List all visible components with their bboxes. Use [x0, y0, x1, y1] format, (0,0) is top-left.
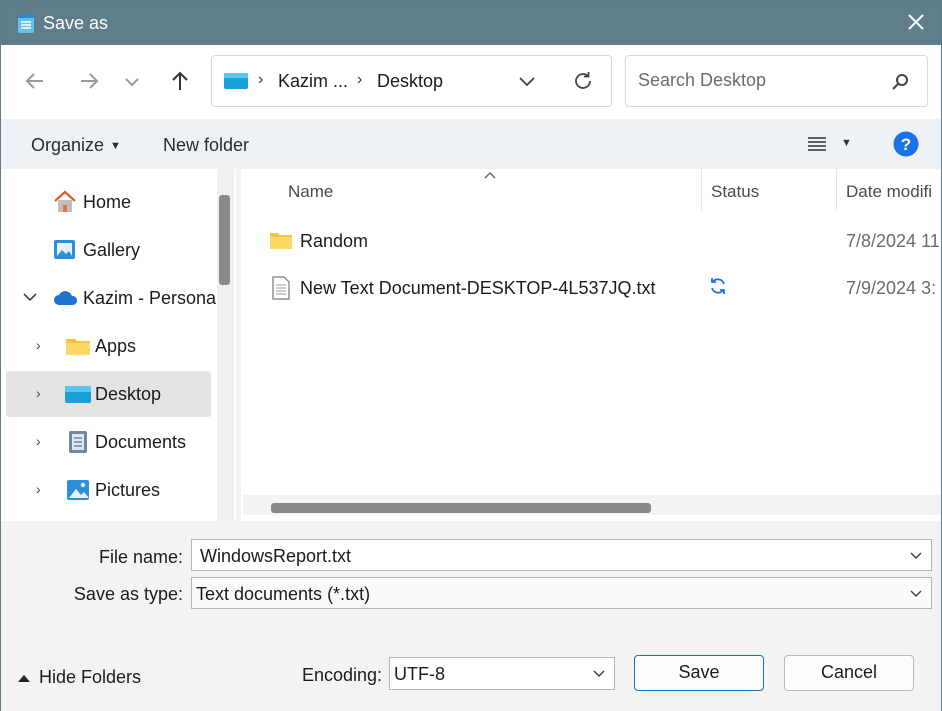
sidebar-item-label: Pictures [95, 480, 161, 500]
breadcrumb-separator-icon: › [357, 71, 363, 88]
column-divider[interactable] [701, 169, 702, 211]
file-name-value[interactable]: WindowsReport.txt [200, 546, 351, 567]
search-box[interactable] [625, 55, 928, 107]
encoding-label: Encoding: [301, 665, 382, 685]
column-header-name[interactable]: Name [288, 182, 333, 202]
file-name-label: File name: [98, 547, 183, 567]
expanded-chevron-icon[interactable] [23, 292, 37, 302]
documents-icon [69, 431, 87, 453]
help-icon[interactable]: ? [893, 131, 919, 157]
organize-dropdown-icon: ▼ [110, 140, 121, 152]
onedrive-cloud-icon [54, 291, 78, 305]
refresh-icon[interactable] [572, 70, 594, 92]
folder-icon [66, 339, 90, 355]
horizontal-scrollbar[interactable] [243, 495, 941, 515]
save-form: File name: WindowsReport.txt Save as typ… [1, 521, 941, 711]
back-arrow-icon[interactable] [23, 69, 47, 93]
notepad-icon [18, 14, 34, 33]
new-folder-button[interactable]: New folder [163, 135, 249, 156]
file-name-field[interactable]: WindowsReport.txt [191, 539, 932, 571]
save-as-dialog: Save as › Kazim ... › Desktop Search Des… [0, 0, 942, 711]
close-icon[interactable] [905, 11, 927, 33]
desktop-icon [65, 386, 91, 403]
up-arrow-icon[interactable] [168, 69, 192, 93]
file-date: 7/8/2024 11 [846, 231, 940, 251]
window-title: Save as [43, 13, 109, 33]
chevron-down-icon[interactable] [909, 549, 923, 563]
sync-icon [711, 278, 725, 294]
file-name: New Text Document-DESKTOP-4L537JQ.txt [300, 278, 656, 298]
text-file-icon [272, 276, 290, 300]
breadcrumb-desktop[interactable]: Desktop [377, 71, 443, 92]
sidebar-item-label: Kazim - Personal [83, 288, 221, 308]
sidebar-item-pictures[interactable]: › Pictures [6, 467, 211, 513]
gallery-icon [54, 240, 75, 259]
address-bar[interactable]: › Kazim ... › Desktop [211, 55, 612, 107]
encoding-select[interactable]: UTF-8 [389, 657, 615, 690]
hide-folders-label: Hide Folders [39, 667, 142, 687]
column-header-date-modified[interactable]: Date modifi [846, 182, 932, 202]
breadcrumb-user[interactable]: Kazim ... [278, 71, 348, 92]
collapsed-chevron-icon[interactable]: › [36, 481, 41, 497]
breadcrumb-separator-icon: › [258, 71, 264, 88]
organize-label: Organize [31, 135, 105, 155]
save-as-type-label: Save as type: [73, 584, 183, 604]
pictures-icon [67, 480, 89, 500]
search-icon[interactable] [891, 73, 909, 91]
hide-folders-button[interactable]: Hide Folders [17, 667, 141, 688]
sidebar-item-label: Home [83, 192, 132, 212]
title-bar: Save as [1, 1, 941, 45]
file-date: 7/9/2024 3: [846, 278, 937, 298]
sidebar-item-onedrive[interactable]: Kazim - Personal [6, 275, 220, 321]
file-list: Name Status Date modifi Random 7/8/2024 … [241, 169, 941, 521]
svg-text:?: ? [901, 135, 911, 154]
address-dropdown-icon[interactable] [518, 74, 536, 88]
command-bar: Organize ▼ New folder ▼ ? [1, 119, 941, 169]
recent-locations-chevron-icon[interactable] [122, 69, 142, 93]
forward-arrow-icon[interactable] [77, 69, 101, 93]
save-button[interactable]: Save [634, 655, 764, 691]
navigation-pane: Home Gallery Kazim - Personal › Apps › D… [1, 169, 236, 521]
sidebar-item-label: Desktop [95, 384, 162, 404]
sidebar-item-label: Apps [95, 336, 137, 356]
cancel-button[interactable]: Cancel [784, 655, 914, 691]
horizontal-scrollbar-thumb[interactable] [271, 503, 651, 513]
desktop-icon [224, 73, 248, 89]
encoding-value: UTF-8 [394, 664, 445, 684]
chevron-down-icon[interactable] [592, 667, 606, 681]
sidebar-item-label: Documents [95, 432, 187, 452]
view-list-icon[interactable] [807, 135, 827, 153]
collapsed-chevron-icon[interactable]: › [36, 337, 41, 353]
sidebar-item-desktop[interactable]: › Desktop [6, 371, 211, 417]
save-as-type-select[interactable]: Text documents (*.txt) [191, 577, 932, 609]
folder-icon [270, 233, 292, 249]
save-as-type-value: Text documents (*.txt) [196, 584, 371, 604]
view-options-dropdown-icon[interactable]: ▼ [841, 137, 852, 149]
search-input[interactable] [636, 69, 880, 92]
file-row-folder[interactable]: Random 7/8/2024 11 [261, 221, 941, 261]
column-divider[interactable] [836, 169, 837, 211]
sort-ascending-icon [484, 172, 496, 179]
sidebar-item-home[interactable]: Home [6, 179, 211, 225]
organize-button[interactable]: Organize ▼ [31, 135, 121, 156]
chevron-down-icon[interactable] [909, 587, 923, 601]
sidebar-item-apps[interactable]: › Apps [6, 323, 211, 369]
sidebar-item-label: Gallery [83, 240, 141, 260]
file-name: Random [300, 231, 369, 251]
collapsed-chevron-icon[interactable]: › [36, 385, 41, 401]
sidebar-item-gallery[interactable]: Gallery [6, 227, 211, 273]
sidebar-item-documents[interactable]: › Documents [6, 419, 211, 465]
navigation-bar: › Kazim ... › Desktop [1, 45, 941, 119]
file-row-text-document[interactable]: New Text Document-DESKTOP-4L537JQ.txt 7/… [261, 268, 941, 308]
home-icon [54, 190, 76, 212]
column-header-status[interactable]: Status [711, 182, 759, 202]
collapsed-chevron-icon[interactable]: › [36, 433, 41, 449]
sidebar-scrollbar-thumb[interactable] [219, 195, 230, 285]
chevron-up-icon [18, 675, 30, 682]
